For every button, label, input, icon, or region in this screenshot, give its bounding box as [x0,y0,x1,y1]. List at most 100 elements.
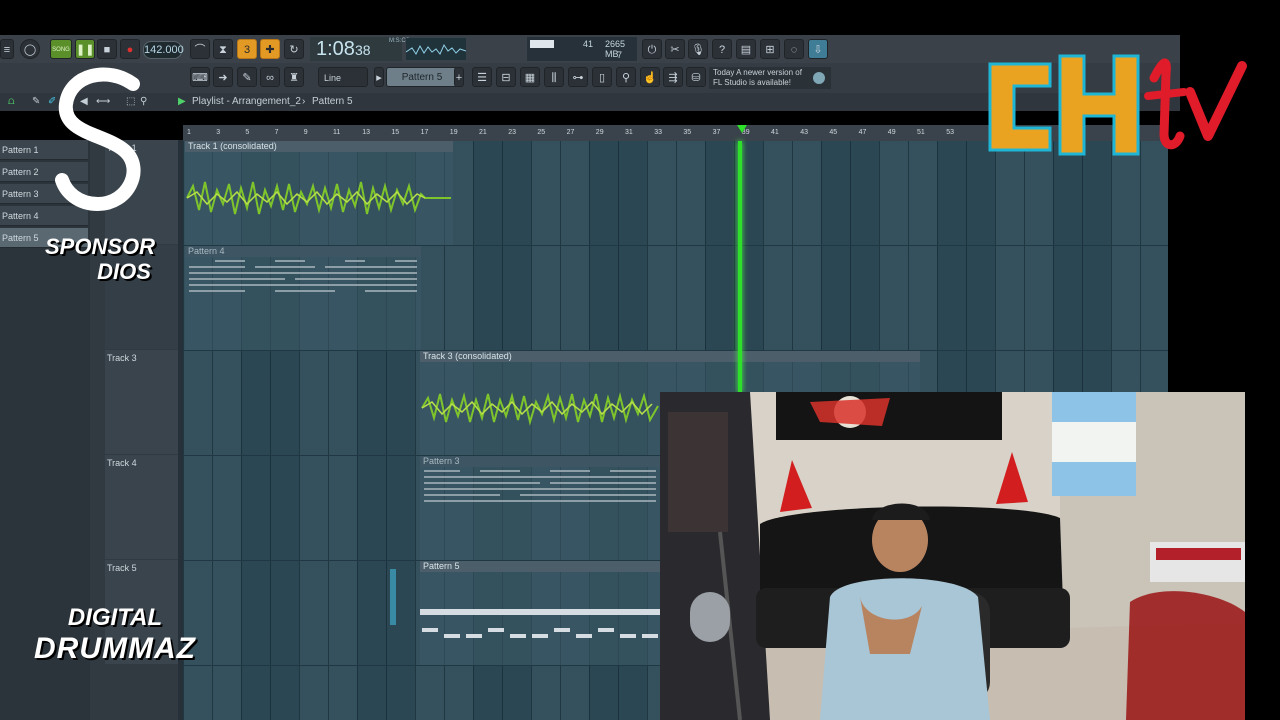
sponsor-line-1: SPONSOR [44,234,156,259]
power-icon[interactable]: ⏻ [642,39,662,59]
track-header-4[interactable]: Track 4 [105,455,183,559]
ruler-tick: 21 [479,129,487,136]
tempo-display[interactable]: 142.000 [143,41,184,59]
ruler-tick: 23 [508,129,516,136]
pattern-clip-pattern4[interactable]: Pattern 4 [185,246,421,350]
arrow-icon[interactable]: ➜ [213,67,233,87]
piano-icon[interactable]: ⌨ [190,67,210,87]
save-icon[interactable]: ▤ [736,39,756,59]
pattern-notes [189,260,417,292]
piano-roll-icon[interactable]: ▦ [520,67,540,87]
ruler-tick: 11 [333,129,341,136]
plugin-icon[interactable]: ✂ [665,39,685,59]
ruler-tick: 27 [566,129,575,136]
ruler-tick: 41 [771,129,779,136]
cpu-value: 41 [583,39,594,49]
chtv-logo [988,54,1247,156]
fl-menu-button[interactable]: ≡ [0,39,14,59]
ruler-tick: 47 [858,129,867,136]
hint-line-1: Today A newer version of [713,68,802,77]
pattern-clip-pattern5[interactable]: Pattern 5 [420,561,670,665]
digital-drummaz-logo: DIGITAL DRUMMAZ [30,604,200,666]
ruler-tick: 19 [449,129,458,136]
ruler-tick: 43 [800,129,808,136]
ruler-tick: 51 [917,129,925,136]
playlist-icon[interactable]: ☰ [472,67,492,87]
ruler-tick: 37 [712,129,721,136]
chat-icon[interactable]: ◌ [784,39,804,59]
cart-icon[interactable]: ⛁ [686,67,706,87]
play-button[interactable]: ❚❚ [75,39,95,59]
current-pattern-label: Pattern 5 [312,96,353,107]
ruler-tick: 45 [829,129,838,136]
touch-icon[interactable]: ☝ [640,67,660,87]
hint-line-2: FL Studio is available! [713,78,791,87]
track-name: Track 4 [107,458,137,468]
download-icon[interactable]: ⇩ [808,39,828,59]
ruler-tick: 9 [303,129,308,136]
digital-line-2: DRUMMAZ [34,632,196,665]
clip-label: Track 1 (consolidated) [188,141,277,151]
polyphony-value: 7 [617,50,623,60]
audio-clip-track1[interactable]: Track 1 (consolidated) [185,141,453,245]
track-name: Track 3 [107,353,137,363]
pattern-add-icon[interactable]: + [454,67,464,87]
ruler-tick: 35 [683,129,692,136]
stamp-icon[interactable]: ♜ [284,67,304,87]
file-icon[interactable]: ▯ [592,67,612,87]
pattern-selector[interactable]: Pattern 5 [386,67,458,87]
browser-icon[interactable]: ⊶ [568,67,588,87]
cpu-memory-panel: 41 2665 MB 7 [527,37,637,61]
pattern-prev-icon[interactable]: ▸ [374,67,384,87]
metronome-icon[interactable]: ⌒ [190,39,210,59]
countdown-icon[interactable]: 3 [237,39,257,59]
plugin-db-icon[interactable]: ⚲ [616,67,636,87]
tempo-tapper-icon[interactable]: ⇶ [663,67,683,87]
ruler-tick: 3 [216,129,221,136]
mixer-window-icon[interactable]: ⫼ [544,67,564,87]
sponsor-text: SPONSOR DIOS [42,234,158,284]
channel-rack-icon[interactable]: ⊟ [496,67,516,87]
pencil-tool-icon[interactable]: ✎ [32,93,40,111]
link-icon[interactable]: ∞ [260,67,280,87]
track-header-3[interactable]: Track 3 [105,350,183,454]
playhead-marker-icon[interactable] [737,125,747,133]
ruler-tick: 29 [595,129,604,136]
pattern-clip-pattern3[interactable]: Pattern 3 [420,456,670,560]
pattern-notes [420,609,660,638]
webcam-feed [660,392,1245,720]
cpu-meter [530,40,554,48]
blend-notes-icon[interactable]: ✚ [260,39,280,59]
audio-waveform [421,392,659,426]
globe-icon[interactable] [813,72,825,84]
record-button[interactable]: ● [120,39,140,59]
clip-label: Track 3 (consolidated) [423,351,512,361]
ruler-tick: 5 [245,129,250,136]
track-name: Track 5 [107,563,137,573]
mic-icon[interactable]: 🎙 [688,39,708,59]
stop-button[interactable]: ■ [97,39,117,59]
playlist-title: Playlist - Arrangement_2 [192,96,301,107]
magnet-icon[interactable]: ⩍ [8,93,15,111]
loop-record-icon[interactable]: ↻ [284,39,304,59]
help-icon[interactable]: ? [712,39,732,59]
ruler-tick: 15 [391,129,400,136]
master-volume-knob[interactable]: ◯ [20,39,40,59]
sponsor-logo [55,67,141,212]
brush-icon[interactable]: ✎ [237,67,257,87]
playhead[interactable] [738,141,742,393]
ruler-tick: 17 [420,129,429,136]
ruler-tick: 1 [187,129,191,136]
mixer-icon[interactable]: ⊞ [760,39,780,59]
ruler-tick: 53 [946,129,954,136]
sponsor-line-2: DIOS [97,259,151,284]
clip-label: Pattern 4 [188,246,225,256]
clip-label: Pattern 3 [423,456,460,466]
ruler-tick: 31 [625,129,633,136]
wait-input-icon[interactable]: ⧗ [213,39,233,59]
snap-select[interactable]: Line [318,67,368,87]
pattern-song-toggle[interactable]: SONG [50,39,72,59]
digital-line-1: DIGITAL [67,604,163,631]
play-arrangement-icon[interactable]: ▶ [178,93,186,111]
time-main: 1:08 [316,38,355,60]
